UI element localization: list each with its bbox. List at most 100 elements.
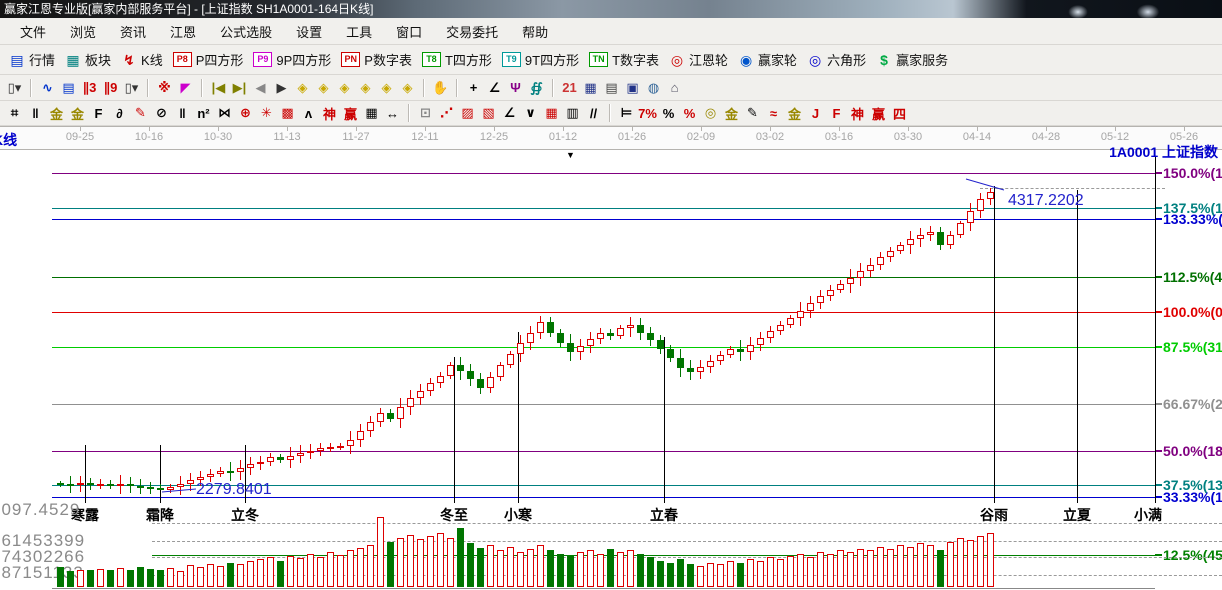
- slashes-icon[interactable]: //: [583, 103, 604, 123]
- span-icon[interactable]: ↔: [382, 103, 403, 123]
- j-angle-icon[interactable]: J: [805, 103, 826, 123]
- comb-icon[interactable]: ⌗: [4, 103, 25, 123]
- shen-angle-icon[interactable]: 神: [847, 103, 868, 123]
- p-square-button[interactable]: P8P四方形: [168, 48, 249, 71]
- pct-7-icon[interactable]: 7%: [637, 103, 658, 123]
- menu-item-9[interactable]: 交易委托: [434, 19, 510, 44]
- angle-line-icon[interactable]: ∠: [499, 103, 520, 123]
- gann-diamond-1-icon[interactable]: ◈: [292, 78, 313, 98]
- spiral-icon[interactable]: ∂: [109, 103, 130, 123]
- gann-diamond-2-icon[interactable]: ◈: [313, 78, 334, 98]
- nav-next-icon[interactable]: ▶: [271, 78, 292, 98]
- fan-icon[interactable]: ⋰: [436, 103, 457, 123]
- calendar-icon[interactable]: 21: [559, 78, 580, 98]
- period-dropdown-icon[interactable]: ▯▾: [4, 78, 25, 98]
- sectors-button[interactable]: ▦板块: [60, 48, 116, 71]
- gold-2-icon[interactable]: 金: [67, 103, 88, 123]
- p-table-button[interactable]: PNP数字表: [336, 48, 417, 71]
- gann-diamond-6-icon[interactable]: ◈: [397, 78, 418, 98]
- crosshair-icon[interactable]: +: [463, 78, 484, 98]
- gann-diamond-5-icon[interactable]: ◈: [376, 78, 397, 98]
- ruler-2-icon[interactable]: ‖: [172, 103, 193, 123]
- tool-knot-icon[interactable]: ∯: [526, 78, 547, 98]
- ying-angle-icon[interactable]: 赢: [868, 103, 889, 123]
- menu-item-10[interactable]: 帮助: [510, 19, 560, 44]
- menu-item-4[interactable]: 江恩: [158, 19, 208, 44]
- angle-tool-icon[interactable]: ∠: [484, 78, 505, 98]
- menu-item-8[interactable]: 窗口: [384, 19, 434, 44]
- target-icon[interactable]: ⊕: [235, 103, 256, 123]
- pct-icon[interactable]: %: [658, 103, 679, 123]
- chart-area[interactable]: 150.0%(180)137.5%(135)133.33%(120)112.5%…: [0, 148, 1222, 590]
- 9t-square-button[interactable]: T99T四方形: [497, 48, 584, 71]
- pattern-icon[interactable]: ※: [154, 78, 175, 98]
- remote-icon[interactable]: ⌂: [664, 78, 685, 98]
- grid-3-icon[interactable]: ▥: [562, 103, 583, 123]
- menu-item-3[interactable]: 资讯: [108, 19, 158, 44]
- t-square-button[interactable]: T8T四方形: [417, 48, 497, 71]
- info-board-icon[interactable]: ▤: [58, 78, 79, 98]
- ying-icon[interactable]: 赢: [340, 103, 361, 123]
- gann-wheel-button[interactable]: ◎江恩轮: [664, 48, 733, 71]
- gann-diamond-4-icon[interactable]: ◈: [355, 78, 376, 98]
- scale-icon[interactable]: ⊨: [616, 103, 637, 123]
- kline-button[interactable]: ↯K线: [116, 48, 168, 71]
- tool-purple-icon[interactable]: Ψ: [505, 78, 526, 98]
- mirror-icon[interactable]: ⋈: [214, 103, 235, 123]
- circle-ruler-icon[interactable]: ⊘: [151, 103, 172, 123]
- grid-red-icon[interactable]: ▩: [277, 103, 298, 123]
- volume-bar: [657, 561, 664, 587]
- menu-item-1[interactable]: 文件: [8, 19, 58, 44]
- fan-box-2-icon[interactable]: ▧: [478, 103, 499, 123]
- bars-9-icon[interactable]: ∥9: [100, 78, 121, 98]
- t-table-button[interactable]: TNT数字表: [584, 48, 664, 71]
- winner-service-button[interactable]: $赢家服务: [871, 48, 953, 71]
- grid-2-icon[interactable]: ▦: [541, 103, 562, 123]
- shen-icon[interactable]: 神: [319, 103, 340, 123]
- gold-1-icon[interactable]: 金: [46, 103, 67, 123]
- candle-body: [837, 284, 844, 290]
- box-icon[interactable]: ⊡: [415, 103, 436, 123]
- volume-bar: [937, 550, 944, 587]
- gold-circle-icon[interactable]: ◎: [700, 103, 721, 123]
- gold-line-icon[interactable]: 金: [721, 103, 742, 123]
- star-icon[interactable]: ✳: [256, 103, 277, 123]
- calculator-icon[interactable]: ▦: [580, 78, 601, 98]
- sketch-icon[interactable]: ∿: [37, 78, 58, 98]
- menu-item-5[interactable]: 公式选股: [208, 19, 284, 44]
- f-angle-icon[interactable]: F: [826, 103, 847, 123]
- ink-icon[interactable]: ✎: [742, 103, 763, 123]
- export-icon[interactable]: ◍: [643, 78, 664, 98]
- candle-body: [847, 278, 854, 284]
- grid-123-icon[interactable]: ▦: [361, 103, 382, 123]
- gold-angle-icon[interactable]: 金: [784, 103, 805, 123]
- candle-body: [297, 453, 304, 456]
- menu-item-6[interactable]: 设置: [284, 19, 334, 44]
- hand-icon[interactable]: ✋: [430, 78, 451, 98]
- f-tool-icon[interactable]: F: [88, 103, 109, 123]
- n-square-icon[interactable]: n²: [193, 103, 214, 123]
- winner-wheel-button[interactable]: ◉赢家轮: [733, 48, 802, 71]
- candle-type-icon[interactable]: ▯▾: [121, 78, 142, 98]
- save-icon[interactable]: ▣: [622, 78, 643, 98]
- fan-box-icon[interactable]: ▨: [457, 103, 478, 123]
- nav-prev-icon[interactable]: ◀: [250, 78, 271, 98]
- histogram-flag-icon[interactable]: ◤: [175, 78, 196, 98]
- notes-icon[interactable]: ▤: [601, 78, 622, 98]
- 9p-square-button[interactable]: P99P四方形: [248, 48, 336, 71]
- quotes-button[interactable]: ▤行情: [4, 48, 60, 71]
- wave-red-icon[interactable]: ≈: [763, 103, 784, 123]
- wave-icon[interactable]: ʌ: [298, 103, 319, 123]
- pct-3-icon[interactable]: %: [679, 103, 700, 123]
- menu-item-7[interactable]: 工具: [334, 19, 384, 44]
- menu-item-2[interactable]: 浏览: [58, 19, 108, 44]
- vee-icon[interactable]: ∨: [520, 103, 541, 123]
- si-angle-icon[interactable]: 四: [889, 103, 910, 123]
- nav-last-icon[interactable]: ▶|: [229, 78, 250, 98]
- ruler-icon[interactable]: ‖: [25, 103, 46, 123]
- nav-first-icon[interactable]: |◀: [208, 78, 229, 98]
- hexagon-button[interactable]: ◎六角形: [802, 48, 871, 71]
- gann-diamond-3-icon[interactable]: ◈: [334, 78, 355, 98]
- brush-icon[interactable]: ✎: [130, 103, 151, 123]
- bars-3-icon[interactable]: ∥3: [79, 78, 100, 98]
